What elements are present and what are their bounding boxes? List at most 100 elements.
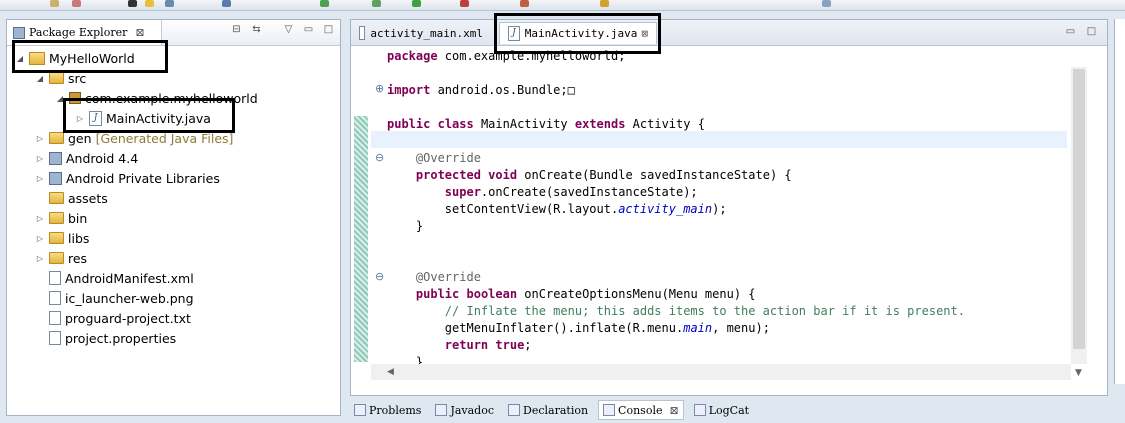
expand-arrow-icon[interactable]: ▷ bbox=[35, 174, 45, 183]
bottom-view-tabs: Problems Javadoc Declaration Console ⊠ LogCat bbox=[350, 397, 1125, 423]
vertical-scrollbar[interactable]: ▼ bbox=[1071, 67, 1087, 378]
bottom-tab[interactable]: Problems bbox=[350, 401, 425, 419]
code-token: import bbox=[387, 83, 431, 97]
toolbar-icon[interactable] bbox=[222, 0, 231, 7]
link-with-editor-icon[interactable]: ⇆ bbox=[251, 24, 262, 35]
main-toolbar bbox=[0, 0, 1125, 11]
expand-arrow-icon[interactable]: ▷ bbox=[35, 234, 45, 243]
code-token: boolean bbox=[466, 287, 518, 301]
expand-arrow-icon[interactable]: ▷ bbox=[35, 214, 45, 223]
expand-icon[interactable]: ⊕ bbox=[375, 83, 385, 94]
toolbar-icon[interactable] bbox=[520, 0, 529, 7]
code-token: } bbox=[387, 219, 424, 233]
tree-item-label: Android 4.4 bbox=[66, 150, 139, 166]
package-explorer-view: Package Explorer ⊠ ⊟ ⇆ ▽ ▭ □ ◢ MyHelloWor… bbox=[6, 19, 341, 416]
tree-item-label: ic_launcher-web.png bbox=[65, 290, 194, 306]
toolbar-icon[interactable] bbox=[822, 0, 831, 7]
bottom-tab-label: Javadoc bbox=[450, 403, 495, 417]
collapse-icon[interactable]: ⊖ bbox=[375, 152, 385, 163]
text-file-icon bbox=[49, 311, 61, 325]
minimize-icon[interactable]: ▭ bbox=[1065, 26, 1076, 37]
bottom-tab-label: LogCat bbox=[708, 403, 750, 417]
code-token: onCreateOptionsMenu(Menu menu) { bbox=[517, 287, 756, 301]
tree-item[interactable]: ic_launcher-web.png bbox=[35, 288, 194, 308]
bottom-tab[interactable]: Declaration bbox=[504, 401, 592, 419]
code-line: return true; bbox=[387, 337, 532, 354]
expand-arrow-icon[interactable]: ▷ bbox=[35, 154, 45, 163]
tree-item[interactable]: ▷ res bbox=[35, 248, 87, 268]
tree-item[interactable]: ▷ Android Private Libraries bbox=[35, 168, 220, 188]
xml-file-icon bbox=[49, 271, 61, 285]
view-menu-icon[interactable]: ▽ bbox=[283, 24, 294, 35]
package-explorer-tab-label: Package Explorer bbox=[29, 26, 128, 39]
maximize-icon[interactable]: □ bbox=[323, 24, 334, 35]
declaration-icon bbox=[508, 404, 521, 416]
toolbar-icon[interactable] bbox=[600, 0, 609, 7]
tree-item[interactable]: ▷ libs bbox=[35, 228, 89, 248]
toolbar-icon[interactable] bbox=[72, 0, 81, 7]
code-token: return bbox=[444, 338, 489, 352]
code-token: package bbox=[387, 49, 438, 63]
collapse-icon[interactable]: ⊖ bbox=[375, 271, 385, 282]
code-token: onCreate(Bundle savedInstanceState) { bbox=[517, 168, 792, 182]
code-line: } bbox=[387, 218, 423, 235]
expand-arrow-icon[interactable]: ▷ bbox=[35, 254, 45, 263]
scrollbar-thumb[interactable] bbox=[1073, 69, 1085, 349]
code-token: ; bbox=[524, 338, 532, 352]
collapse-all-icon[interactable]: ⊟ bbox=[231, 24, 242, 35]
bottom-tab[interactable]: LogCat bbox=[690, 401, 753, 419]
source-folder-icon bbox=[49, 72, 64, 84]
toolbar-icon[interactable] bbox=[412, 0, 421, 7]
toolbar-icon[interactable] bbox=[460, 0, 469, 7]
folder-icon bbox=[49, 192, 64, 204]
tree-item-label: libs bbox=[68, 230, 90, 246]
tree-item[interactable]: proguard-project.txt bbox=[35, 308, 191, 328]
expand-arrow-icon[interactable]: ◢ bbox=[35, 74, 45, 83]
change-ruler bbox=[354, 116, 368, 362]
tree-item[interactable]: ▷ Android 4.4 bbox=[35, 148, 138, 168]
editor-tabs: ▭ □ activity_main.xml J MainActivity.java ⊠ bbox=[351, 20, 1107, 46]
code-line: // Inflate the menu; this adds items to … bbox=[387, 303, 965, 320]
code-token: activity_main bbox=[618, 202, 713, 216]
code-token: android.os.Bundle;□ bbox=[430, 83, 575, 97]
bottom-tab[interactable]: Javadoc bbox=[431, 401, 498, 419]
maximize-icon[interactable]: □ bbox=[1086, 26, 1097, 37]
tree-item[interactable]: project.properties bbox=[35, 328, 176, 348]
close-icon[interactable]: ⊠ bbox=[669, 404, 678, 417]
toolbar-icon[interactable] bbox=[165, 0, 174, 7]
scroll-down-icon[interactable]: ▼ bbox=[1075, 368, 1082, 378]
bottom-tab[interactable]: Console ⊠ bbox=[598, 400, 684, 420]
highlight-box bbox=[63, 98, 235, 133]
expand-arrow-icon[interactable]: ▷ bbox=[35, 134, 45, 143]
toolbar-icon[interactable] bbox=[372, 0, 381, 7]
toolbar-icon[interactable] bbox=[128, 0, 137, 7]
code-token: void bbox=[488, 168, 518, 182]
minimize-icon[interactable]: ▭ bbox=[303, 24, 314, 35]
toolbar-icon[interactable] bbox=[50, 0, 59, 7]
toolbar-icon[interactable] bbox=[145, 0, 154, 7]
tree-item[interactable]: ▷ bin bbox=[35, 208, 87, 228]
scroll-left-icon[interactable]: ◀ bbox=[387, 367, 394, 377]
code-editor: ▭ □ activity_main.xml J MainActivity.java ⊠… bbox=[350, 19, 1108, 396]
close-icon[interactable]: ⊠ bbox=[135, 26, 144, 39]
code-line: super.onCreate(savedInstanceState); bbox=[387, 184, 698, 201]
editor-tab[interactable]: activity_main.xml bbox=[351, 22, 491, 44]
horizontal-scrollbar[interactable]: ◀ bbox=[371, 364, 1071, 380]
code-token: @Override bbox=[387, 151, 481, 165]
tree-item[interactable]: AndroidManifest.xml bbox=[35, 268, 194, 288]
toolbar-icon[interactable] bbox=[320, 0, 329, 7]
highlight-box bbox=[494, 13, 661, 54]
package-explorer-controls: ⊟ ⇆ ▽ ▭ □ bbox=[231, 24, 334, 35]
editor-controls: ▭ □ bbox=[1065, 26, 1097, 37]
xml-file-icon bbox=[359, 26, 366, 40]
code-token: Activity { bbox=[625, 117, 705, 131]
code-token: MainActivity bbox=[473, 117, 575, 131]
editor-tab-label: activity_main.xml bbox=[370, 26, 483, 40]
tree-item[interactable]: assets bbox=[35, 188, 108, 208]
bottom-tab-label: Console bbox=[618, 403, 663, 417]
code-token: class bbox=[437, 117, 474, 131]
tree-item-label: project.properties bbox=[65, 330, 177, 346]
